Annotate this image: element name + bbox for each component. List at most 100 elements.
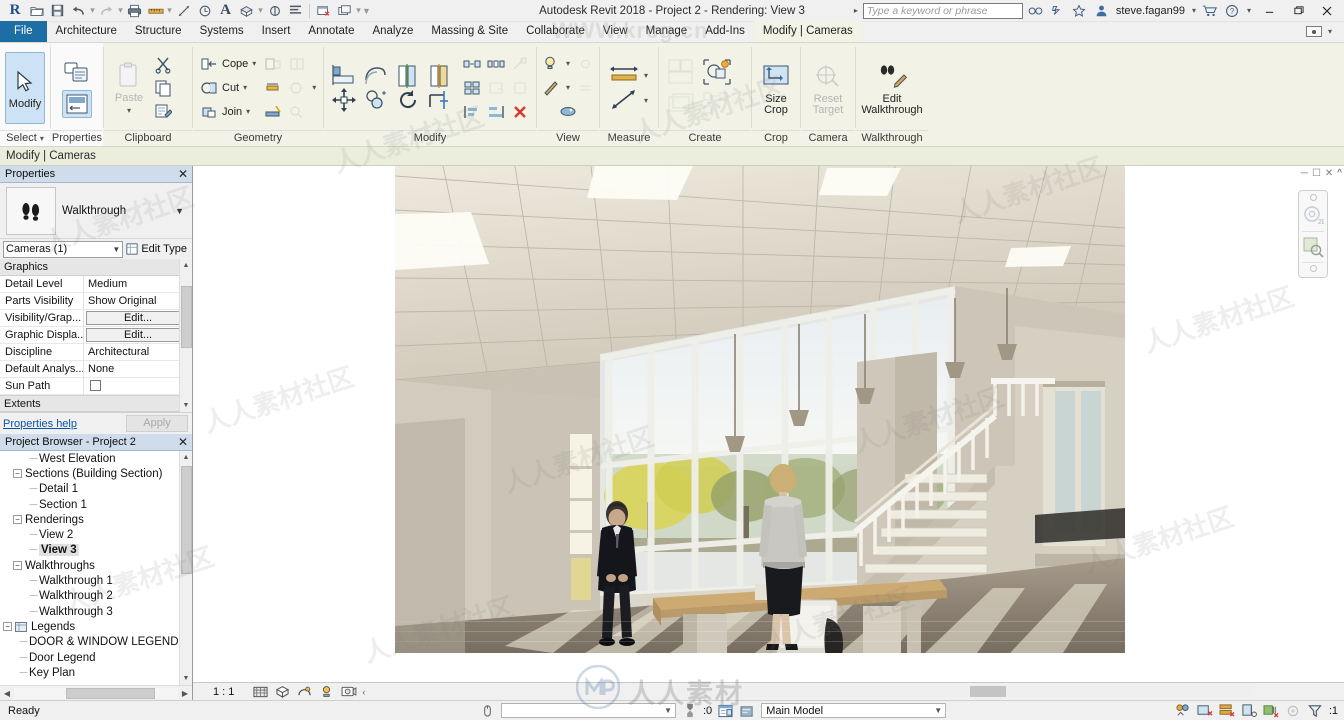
thin-lines-icon[interactable] <box>285 1 306 21</box>
close-button[interactable] <box>1314 1 1340 21</box>
navbar-handle[interactable] <box>1309 194 1317 201</box>
property-row-visibility-graphics[interactable]: Visibility/Grap... Edit... <box>0 309 192 327</box>
visibility-caret[interactable]: ▾ <box>564 59 572 68</box>
reveal-hidden-icon[interactable] <box>540 53 562 75</box>
rotate-icon[interactable] <box>393 86 423 114</box>
scroll-down-icon[interactable]: ▼ <box>180 399 193 412</box>
tree-item-sections[interactable]: − Sections (Building Section) <box>0 466 192 481</box>
canvas-hscroll-thumb[interactable] <box>970 686 1006 697</box>
tree-item-door-legend[interactable]: ─ Door Legend <box>0 650 192 665</box>
scrollbar-thumb[interactable] <box>180 286 192 348</box>
measure-along-element-icon[interactable] <box>608 87 640 113</box>
editing-request-icon[interactable] <box>1197 703 1214 719</box>
property-row-graphic-display[interactable]: Graphic Displa... Edit... <box>0 326 192 344</box>
collapse-toggle-icon[interactable]: − <box>3 622 12 632</box>
tab-massing-site[interactable]: Massing & Site <box>422 21 517 42</box>
linework-caret[interactable]: ▾ <box>564 83 572 92</box>
section-icon[interactable] <box>264 1 285 21</box>
apply-button[interactable]: Apply <box>126 415 188 432</box>
close-icon[interactable]: ✕ <box>178 168 188 180</box>
tree-item-west-elevation[interactable]: ─ West Elevation <box>0 451 192 466</box>
tree-item-walkthrough-2[interactable]: ─ Walkthrough 2 <box>0 589 192 604</box>
property-value[interactable]: Medium <box>83 275 192 293</box>
cart-icon[interactable] <box>1201 2 1220 20</box>
worksharing-display-icon[interactable] <box>1175 703 1192 719</box>
cut-geometry-icon[interactable] <box>198 77 220 99</box>
tree-item-walkthrough-1[interactable]: ─ Walkthrough 1 <box>0 573 192 588</box>
switch-windows-icon[interactable] <box>334 1 355 21</box>
tab-systems[interactable]: Systems <box>191 21 253 42</box>
tree-item-view-2[interactable]: ─ View 2 <box>0 527 192 542</box>
canvas-hscrollbar[interactable] <box>663 686 1254 697</box>
user-menu-caret[interactable]: ▾ <box>1190 6 1198 15</box>
help-search-icon[interactable] <box>1026 2 1045 20</box>
properties-help-link[interactable]: Properties help <box>3 418 77 430</box>
tag-by-category-icon[interactable] <box>194 1 215 21</box>
cut-caret[interactable]: ▾ <box>241 83 249 92</box>
property-row-detail-level[interactable]: Detail Level Medium <box>0 275 192 293</box>
tab-modify-cameras[interactable]: Modify | Cameras <box>753 21 862 42</box>
category-selector[interactable]: Cameras (1) ▼ <box>3 240 124 258</box>
exchange-icon[interactable] <box>1048 2 1067 20</box>
view-minimize-icon[interactable]: ─ <box>1301 168 1308 179</box>
scroll-up-icon[interactable]: ▲ <box>180 259 193 272</box>
hide-category-icon[interactable] <box>574 53 596 75</box>
join-row[interactable]: Join ▾ <box>198 100 258 123</box>
hscroll-track[interactable] <box>14 687 178 699</box>
copy-modify-icon[interactable] <box>361 86 391 114</box>
join-caret[interactable]: ▾ <box>244 107 252 116</box>
override-lines-icon[interactable] <box>574 77 596 99</box>
tree-item-view-3[interactable]: ─ View 3 <box>0 543 192 558</box>
ribbon-state-caret[interactable]: ▾ <box>1326 27 1334 36</box>
type-selector[interactable]: Walkthrough ▼ <box>0 183 192 239</box>
create-assembly-icon[interactable] <box>700 89 734 119</box>
view-restore-icon[interactable]: ☐ <box>1312 168 1321 179</box>
align-left-icon[interactable] <box>461 101 483 123</box>
scroll-right-icon[interactable]: ▶ <box>178 689 192 698</box>
revit-logo-icon[interactable]: R <box>4 2 26 19</box>
property-value[interactable]: Architectural <box>83 343 192 361</box>
type-properties-icon[interactable] <box>62 89 92 118</box>
measure-along-caret[interactable]: ▾ <box>642 96 650 105</box>
filter-icon[interactable] <box>1307 703 1324 719</box>
detail-level-icon[interactable] <box>252 684 269 700</box>
tree-item-section-1[interactable]: ─ Section 1 <box>0 497 192 512</box>
tree-item-door-window-legend[interactable]: ─ DOOR & WINDOW LEGEND <box>0 635 192 650</box>
collapse-toggle-icon[interactable]: − <box>13 515 22 525</box>
graphics-group-header[interactable]: Graphics △ <box>0 259 192 276</box>
modify-button[interactable]: Modify <box>5 51 45 124</box>
visual-style-icon[interactable] <box>274 684 291 700</box>
unpin-icon[interactable] <box>509 77 531 99</box>
edit-walkthrough-button[interactable]: Edit Walkthrough <box>860 59 923 117</box>
browser-scrollbar[interactable]: ▲ ▼ <box>179 451 192 685</box>
join-icon[interactable] <box>198 101 220 123</box>
close-icon[interactable]: ✕ <box>178 436 188 448</box>
tree-item-walkthroughs[interactable]: − Walkthroughs <box>0 558 192 573</box>
linework-icon[interactable] <box>540 77 562 99</box>
default-3d-view-icon[interactable] <box>236 1 257 21</box>
hscroll-thumb[interactable] <box>66 687 156 699</box>
zoom-geometry-icon[interactable] <box>286 101 308 123</box>
ribbon-expand-icon[interactable]: ^ <box>1337 168 1342 179</box>
text-icon[interactable]: A <box>215 1 236 21</box>
cope-caret[interactable]: ▾ <box>250 59 258 68</box>
minimize-button[interactable] <box>1256 1 1282 21</box>
create-group-icon[interactable] <box>664 89 698 119</box>
tree-item-detail-1[interactable]: ─ Detail 1 <box>0 482 192 497</box>
measure-icon[interactable] <box>145 1 166 21</box>
collapse-toggle-icon[interactable]: − <box>13 469 22 479</box>
tree-item-legends[interactable]: − Legends <box>0 619 192 634</box>
help-menu-caret[interactable]: ▾ <box>1245 6 1253 15</box>
drawing-canvas[interactable]: ─ ☐ ✕ ^ 2D <box>193 166 1344 682</box>
measure-dropdown-caret[interactable]: ▾ <box>166 5 173 16</box>
demolish-icon[interactable] <box>262 53 284 75</box>
steering-wheel-icon[interactable]: 2D <box>1301 203 1325 229</box>
hide-isolate-icon[interactable] <box>557 101 579 123</box>
render-showcase-icon[interactable] <box>340 684 357 700</box>
shadows-icon[interactable] <box>318 684 335 700</box>
favorites-star-icon[interactable] <box>1070 2 1089 20</box>
search-input[interactable]: Type a keyword or phrase <box>862 2 1023 19</box>
sun-path-checkbox[interactable] <box>90 379 101 391</box>
group-icon[interactable] <box>461 77 483 99</box>
extents-group-header[interactable]: Extents △ <box>0 395 192 412</box>
